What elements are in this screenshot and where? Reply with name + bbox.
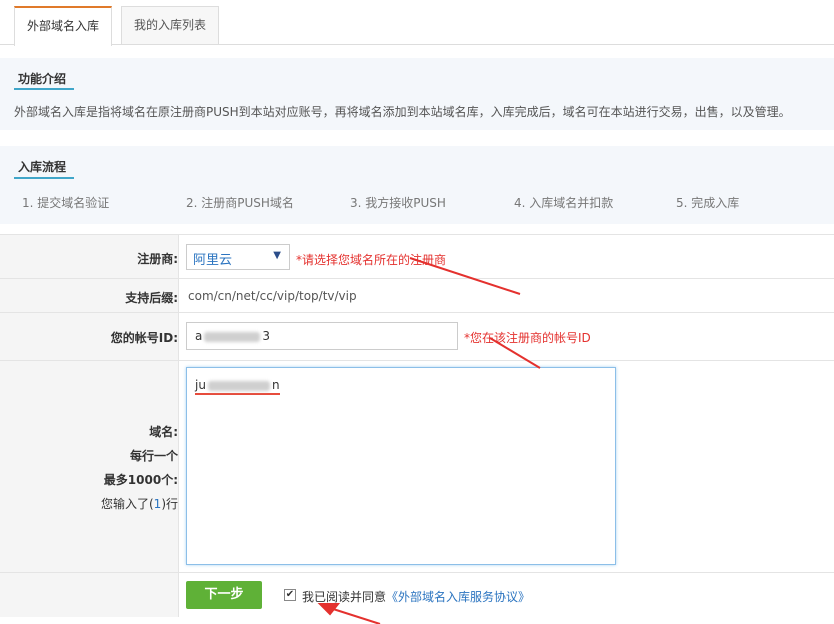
suffix-value: com/cn/net/cc/vip/top/tv/vip [188,289,357,303]
account-id-input[interactable]: a3 [186,322,458,350]
intro-title: 功能介绍 [18,72,67,86]
flow-step-5: 5. 完成入库 [676,196,740,210]
domain-textarea[interactable]: ju n [186,367,616,565]
registrar-hint: *请选择您域名所在的注册商 [296,253,447,267]
domain-max-label: 最多1000个: [103,473,178,487]
flow-title: 入库流程 [18,160,67,174]
next-step-button[interactable]: 下一步 [186,581,262,609]
domain-per-line-label: 每行一个 [129,449,178,463]
service-agreement-link[interactable]: 《外部域名入库服务协议》 [386,590,530,604]
redacted-blur [204,331,261,342]
flow-title-underline [14,177,74,179]
registrar-select[interactable]: 阿里云 ▼ [186,244,290,270]
account-hint: *您在该注册商的帐号ID [464,331,591,345]
account-row: 您的帐号ID: a3 *您在该注册商的帐号ID [0,312,834,361]
registrar-label: 注册商: [137,252,178,266]
suffix-row: 支持后缀: com/cn/net/cc/vip/top/tv/vip [0,278,834,313]
footer-label-cell [0,573,179,617]
tab-external-domain-import[interactable]: 外部域名入库 [14,6,113,46]
domain-row: 域名: 每行一个 最多1000个: 您输入了(1)行 ju n [0,360,834,573]
intro-text: 外部域名入库是指将域名在原注册商PUSH到本站对应账号，再将域名添加到本站域名库… [14,105,791,119]
flow-step-1: 1. 提交域名验证 [22,196,110,210]
agree-text: 我已阅读并同意《外部域名入库服务协议》 [302,590,531,604]
chevron-down-icon: ▼ [273,250,281,261]
footer-row: 下一步 ✔ 我已阅读并同意《外部域名入库服务协议》 [0,572,834,617]
flow-step-3: 3. 我方接收PUSH [350,196,446,210]
suffix-label: 支持后缀: [125,291,178,305]
account-label: 您的帐号ID: [110,331,178,345]
domain-textarea-value: ju n [195,378,280,395]
intro-title-underline [14,88,74,90]
domain-label-cell [0,361,179,573]
registrar-row: 注册商: 阿里云 ▼ *请选择您域名所在的注册商 [0,234,834,279]
agree-checkbox[interactable]: ✔ [284,589,296,601]
flow-step-4: 4. 入库域名并扣款 [514,196,614,210]
tab-bar: 外部域名入库 我的入库列表 [0,0,834,46]
flow-section [0,146,834,224]
redacted-blur [207,380,270,391]
domain-label: 域名: [149,425,178,439]
account-id-value: a3 [195,329,270,343]
registrar-selected-value: 阿里云 [193,253,233,268]
line-count-label: 您输入了(1)行 [100,497,178,511]
flow-step-2: 2. 注册商PUSH域名 [186,196,294,210]
tab-my-import-list[interactable]: 我的入库列表 [121,6,220,44]
